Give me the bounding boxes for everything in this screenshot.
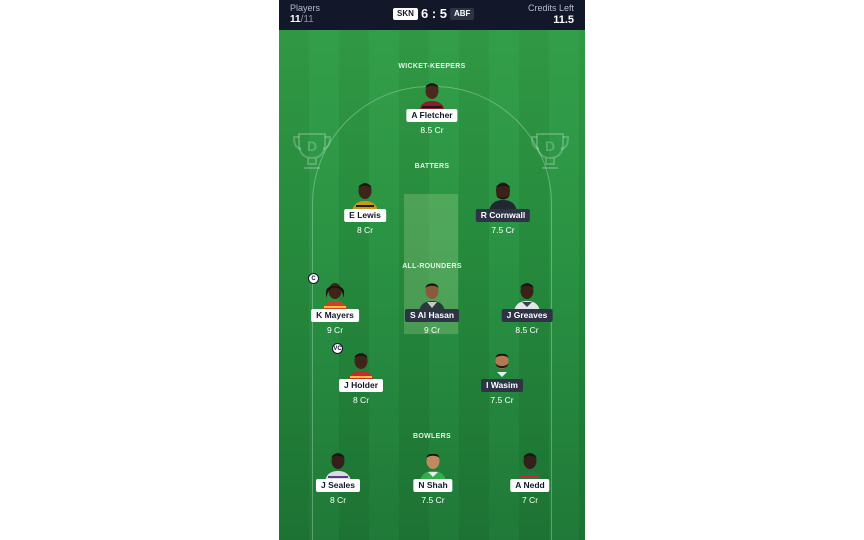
- team-split-score: 6 : 5: [421, 6, 448, 21]
- player-credit: 7.5 Cr: [490, 395, 514, 405]
- player-name: K Mayers: [311, 309, 359, 322]
- player-card-al-hasan[interactable]: S Al Hasan 9 Cr: [392, 280, 472, 350]
- player-name: J Holder: [338, 379, 384, 392]
- players-label: Players: [290, 3, 321, 13]
- player-card-fletcher[interactable]: A Fletcher 8.5 Cr: [392, 80, 472, 150]
- player-avatar-icon: [322, 283, 348, 312]
- section-batters: BATTERS: [414, 163, 450, 170]
- player-name: E Lewis: [344, 209, 386, 222]
- player-credit: 7.5 Cr: [421, 495, 445, 505]
- captain-badge: C: [308, 273, 319, 284]
- player-avatar-icon: [517, 453, 543, 482]
- section-all-rounders: ALL-ROUNDERS: [402, 263, 462, 270]
- players-max: /11: [300, 14, 314, 25]
- team-a-badge: SKN: [393, 8, 418, 20]
- player-card-lewis[interactable]: E Lewis 8 Cr: [325, 180, 405, 250]
- player-card-mayers[interactable]: K Mayers 9 Cr: [295, 280, 375, 350]
- players-count: 11/11: [290, 14, 314, 25]
- player-avatar-icon: [348, 353, 374, 382]
- player-name: R Cornwall: [475, 209, 531, 222]
- player-credit: 8 Cr: [329, 495, 347, 505]
- player-card-greaves[interactable]: J Greaves 8.5 Cr: [487, 280, 567, 350]
- team-b-badge: ABF: [450, 8, 475, 20]
- player-name: S Al Hasan: [404, 309, 460, 322]
- vice-captain-badge: VC: [332, 343, 343, 354]
- player-name: J Seales: [315, 479, 361, 492]
- player-credit: 8.5 Cr: [420, 125, 444, 135]
- svg-text:D: D: [307, 138, 317, 154]
- svg-text:D: D: [545, 138, 555, 154]
- header-bar: Players 11/11 SKN 6 : 5 ABF Credits Left…: [279, 0, 585, 30]
- player-card-holder[interactable]: J Holder 8 Cr: [321, 350, 401, 420]
- credits-label: Credits Left: [527, 3, 574, 13]
- player-credit: 9 Cr: [326, 325, 344, 335]
- player-credit: 7 Cr: [521, 495, 539, 505]
- player-avatar-icon: [419, 283, 445, 312]
- player-name: J Greaves: [501, 309, 553, 322]
- players-selected: 11: [290, 14, 301, 25]
- section-wicket-keepers: WICKET-KEEPERS: [398, 63, 466, 70]
- team-preview-app: Players 11/11 SKN 6 : 5 ABF Credits Left…: [279, 0, 585, 540]
- player-card-wasim[interactable]: I Wasim 7.5 Cr: [462, 350, 542, 420]
- player-name: A Nedd: [510, 479, 550, 492]
- player-name: N Shah: [413, 479, 453, 492]
- player-credit: 7.5 Cr: [491, 225, 515, 235]
- player-avatar-icon: [419, 83, 445, 112]
- player-avatar-icon: [489, 182, 517, 212]
- player-card-nedd[interactable]: A Nedd 7 Cr: [490, 450, 570, 520]
- player-card-cornwall[interactable]: R Cornwall 7.5 Cr: [463, 180, 543, 250]
- player-name: A Fletcher: [406, 109, 458, 122]
- player-avatar-icon: [352, 183, 378, 212]
- section-bowlers: BOWLERS: [413, 433, 451, 440]
- player-avatar-icon: [514, 283, 540, 312]
- player-name: I Wasim: [481, 379, 523, 392]
- player-credit: 8 Cr: [352, 395, 370, 405]
- player-credit: 9 Cr: [423, 325, 441, 335]
- player-credit: 8 Cr: [356, 225, 374, 235]
- player-card-shah[interactable]: N Shah 7.5 Cr: [393, 450, 473, 520]
- player-credit: 8.5 Cr: [515, 325, 539, 335]
- player-avatar-icon: [325, 453, 351, 482]
- player-avatar-icon: [489, 353, 515, 382]
- credits-value: 11.5: [553, 14, 574, 26]
- player-card-seales[interactable]: J Seales 8 Cr: [298, 450, 378, 520]
- player-avatar-icon: [420, 453, 446, 482]
